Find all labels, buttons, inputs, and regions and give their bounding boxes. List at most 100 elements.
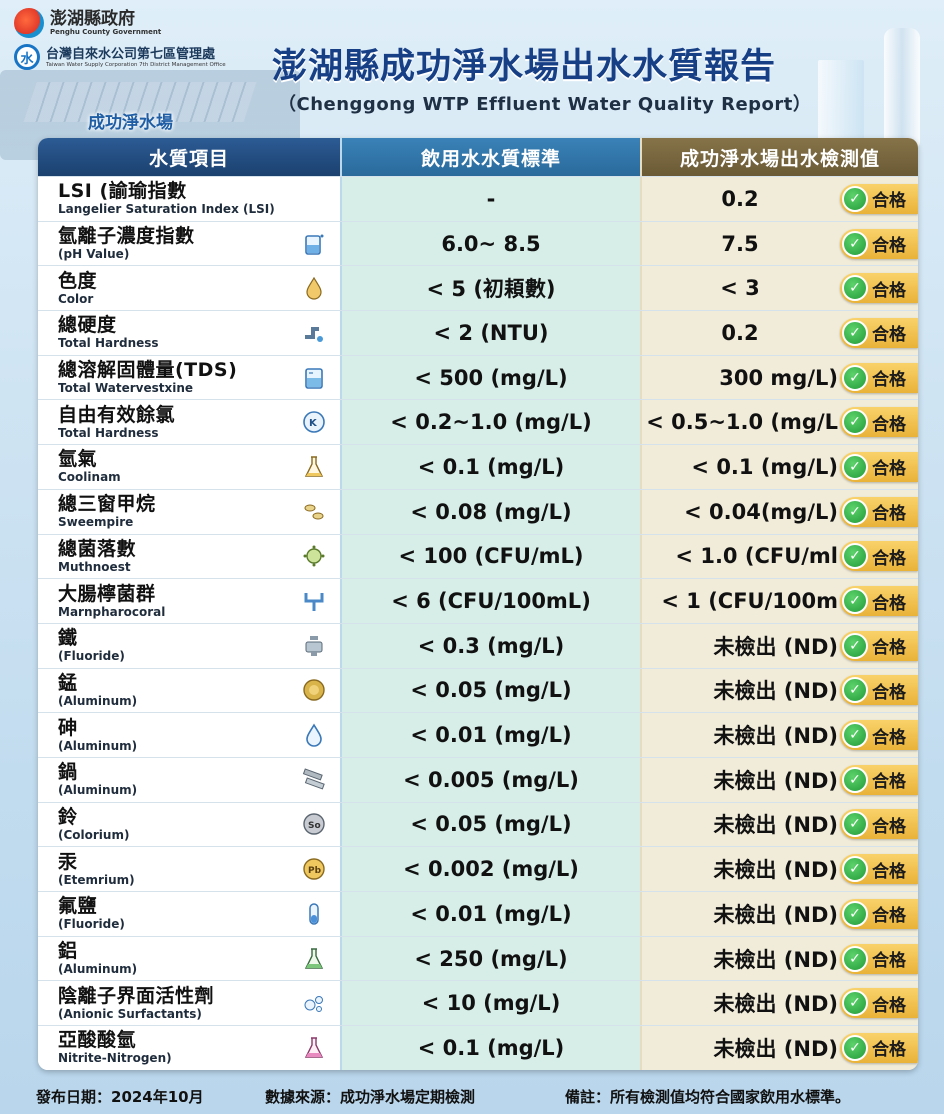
check-icon: ✓ [842, 900, 868, 927]
header-standard: 飲用水水質標準 [340, 138, 640, 176]
table-row: 鈴 (Colorium) So < 0.05 (mg/L) 未檢出 (ND) ✓… [38, 801, 918, 847]
pass-label: 合格 [872, 325, 906, 346]
logos: 澎湖縣政府 Penghu County Government 水 台灣自來水公司… [14, 8, 226, 70]
standard-value: < 250 (mg/L) [414, 946, 568, 971]
item-cell: 鈴 (Colorium) So [38, 802, 340, 847]
item-name-en: (Fluoride) [58, 917, 125, 932]
standard-value: < 10 (mg/L) [421, 991, 561, 1016]
pass-label: 合格 [872, 772, 906, 793]
standard-cell: < 0.08 (mg/L) [340, 489, 640, 534]
metal-bars-icon [302, 768, 326, 792]
standard-value: 6.0~ 8.5 [441, 231, 541, 256]
page-title: 澎湖縣成功淨水場出水水質報告 [272, 47, 777, 87]
item-name-zh: 鍋 [58, 761, 78, 784]
pass-label: 合格 [872, 1040, 906, 1061]
standard-value: < 0.01 (mg/L) [410, 723, 572, 748]
item-name-en: Total Hardness [58, 336, 159, 351]
org-name-en: Taiwan Water Supply Corporation 7th Dist… [46, 61, 226, 68]
result-cell: 未檢出 (ND) ✓ 合格 [640, 892, 918, 936]
header-value: 成功淨水場出水檢測值 [640, 138, 918, 176]
table-row: 鍋 (Aluminum) < 0.005 (mg/L) 未檢出 (ND) ✓ 合… [38, 756, 918, 802]
result-cell: < 1.0 (CFU/ml ✓ 合格 [640, 534, 918, 579]
result-cell: 未檢出 (ND) ✓ 合格 [640, 981, 918, 1026]
standard-value: < 0.1 (mg/L) [417, 1035, 565, 1060]
flask-icon [302, 455, 326, 479]
water-company-logo-icon: 水 [14, 44, 40, 70]
item-name-en: Color [58, 291, 94, 306]
standard-cell: - [340, 177, 640, 221]
org-name: 台灣自來水公司第七區管理處 [46, 46, 216, 62]
pipe-icon [302, 321, 326, 345]
item-cell: 氟鹽 (Fluoride) [38, 892, 340, 936]
check-icon: ✓ [842, 409, 868, 436]
item-name-en: (Anionic Surfactants) [58, 1006, 202, 1021]
result-cell: 未檢出 (ND) ✓ 合格 [640, 1026, 918, 1070]
result-value: 未檢出 (ND) [713, 724, 838, 749]
org-logo-row: 水 台灣自來水公司第七區管理處 Taiwan Water Supply Corp… [14, 44, 226, 70]
gov-logo-row: 澎湖縣政府 Penghu County Government [14, 8, 226, 38]
standard-value: < 0.3 (mg/L) [417, 633, 565, 658]
standard-cell: < 5 (初頛數) [340, 266, 640, 311]
item-cell: 總三窗甲烷 Sweempire [38, 489, 340, 534]
result-value: < 1.0 (CFU/ml [675, 544, 838, 569]
item-name-zh: 鈴 [58, 805, 78, 828]
item-name-zh: 氫離子濃度指數 [58, 225, 195, 248]
result-value: 300 mg/L) [719, 365, 838, 390]
result-value: 未檢出 (ND) [713, 947, 838, 972]
drop-outline-icon [302, 723, 326, 747]
item-name-zh: 錳 [58, 671, 78, 694]
pass-label: 合格 [872, 906, 906, 927]
table-row: 鐵 (Fluoride) < 0.3 (mg/L) 未檢出 (ND) ✓ 合格 [38, 622, 918, 668]
result-value: 未檢出 (ND) [713, 858, 838, 883]
item-cell: 鐵 (Fluoride) [38, 623, 340, 668]
check-icon: ✓ [842, 230, 868, 257]
standard-value: < 0.1 (mg/L) [417, 454, 565, 479]
standard-value: < 0.01 (mg/L) [410, 901, 572, 926]
item-name-en: Sweempire [58, 515, 134, 530]
result-cell: 未檢出 (ND) ✓ 合格 [640, 847, 918, 891]
standard-value: < 5 (初頛數) [426, 277, 556, 302]
pass-label: 合格 [872, 816, 906, 837]
item-cell: LSI (諭瑜指數 Langelier Saturation Index (LS… [38, 177, 340, 221]
yellow-coin-icon: Pb [302, 857, 326, 881]
table-row: 氫離子濃度指數 (pH Value) 6.0~ 8.5 7.5 ✓ 合格 [38, 220, 918, 266]
result-cell: 未檢出 (ND) ✓ 合格 [640, 802, 918, 847]
pass-badge: ✓ 合格 [840, 451, 918, 482]
item-cell: 鍋 (Aluminum) [38, 757, 340, 802]
standard-value: < 0.002 (mg/L) [403, 857, 579, 882]
quality-table: 水質項目 飲用水水質標準 成功淨水場出水檢測值 LSI (諭瑜指數 Langel… [38, 138, 918, 1070]
gold-coin-icon [302, 678, 326, 702]
silver-coin-icon: So [302, 812, 326, 836]
table-row: 氫氣 Coolinam < 0.1 (mg/L) < 0.1 (mg/L) ✓ … [38, 444, 918, 489]
standard-cell: < 0.3 (mg/L) [340, 623, 640, 668]
item-cell: 總菌落數 Muthnoest [38, 534, 340, 579]
pass-label: 合格 [872, 638, 906, 659]
pass-label: 合格 [872, 593, 906, 614]
beaker-icon [302, 232, 326, 256]
item-name-en: (pH Value) [58, 247, 130, 262]
table-row: 氟鹽 (Fluoride) < 0.01 (mg/L) 未檢出 (ND) ✓ 合… [38, 891, 918, 936]
result-value: 未檢出 (ND) [713, 992, 838, 1017]
result-value: 未檢出 (ND) [713, 679, 838, 704]
svg-text:Pb: Pb [308, 866, 322, 876]
check-icon: ✓ [842, 185, 868, 212]
publish-date: 發布日期：2024年10月 [36, 1088, 204, 1106]
standard-value: < 0.005 (mg/L) [403, 767, 579, 792]
item-name-en: Langelier Saturation Index (LSI) [58, 202, 275, 217]
pass-badge: ✓ 合格 [840, 496, 918, 527]
table-body: LSI (諭瑜指數 Langelier Saturation Index (LS… [38, 176, 918, 1070]
pass-label: 合格 [872, 370, 906, 391]
table-row: 總菌落數 Muthnoest < 100 (CFU/mL) < 1.0 (CFU… [38, 533, 918, 579]
table-row: 自由有效餘氯 Total Hardness K < 0.2~1.0 (mg/L)… [38, 399, 918, 445]
result-value: 未檢出 (ND) [713, 813, 838, 838]
result-value: 未檢出 (ND) [713, 634, 838, 659]
standard-cell: < 0.2~1.0 (mg/L) [340, 400, 640, 445]
table-row: 總三窗甲烷 Sweempire < 0.08 (mg/L) < 0.04(mg/… [38, 488, 918, 534]
check-icon: ✓ [842, 453, 868, 480]
pass-badge: ✓ 合格 [840, 630, 918, 661]
pass-badge: ✓ 合格 [840, 898, 918, 929]
standard-cell: < 10 (mg/L) [340, 981, 640, 1026]
result-cell: < 1 (CFU/100m ✓ 合格 [640, 579, 918, 623]
item-name-zh: 鐵 [58, 627, 78, 650]
footer: 發布日期：2024年10月 數據來源：成功淨水場定期檢測 備註：所有檢測值均符合… [36, 1086, 926, 1107]
